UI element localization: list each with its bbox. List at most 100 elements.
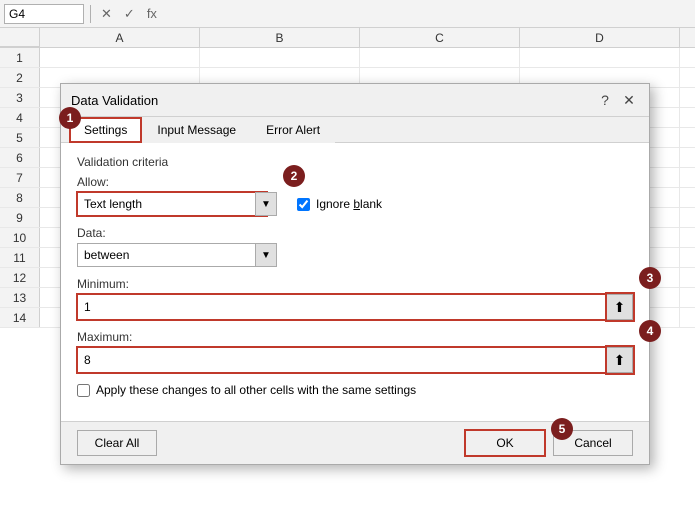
cell-ref-value: G4 (9, 7, 25, 21)
maximum-input-wrapper: ⬆ (77, 347, 633, 373)
formula-input[interactable] (165, 4, 691, 24)
cell[interactable] (680, 208, 695, 227)
cell[interactable] (680, 108, 695, 127)
fx-icon: fx (143, 6, 161, 21)
formula-bar: G4 ✕ ✓ fx (0, 0, 695, 28)
clear-all-button[interactable]: Clear All (77, 430, 157, 456)
badge-3: 3 (639, 267, 661, 289)
col-header-a: A (40, 28, 200, 47)
cell[interactable] (520, 48, 680, 67)
data-group: Data: between ▼ (77, 226, 277, 267)
col-header-b: B (200, 28, 360, 47)
data-validation-dialog: Data Validation ? ✕ Settings 1 Input Mes… (60, 83, 650, 465)
close-button[interactable]: ✕ (619, 90, 639, 110)
row-header-9: 9 (0, 208, 40, 227)
cell[interactable] (680, 168, 695, 187)
badge-2: 2 (283, 165, 305, 187)
cell[interactable] (680, 228, 695, 247)
col-header-e: E (680, 28, 695, 47)
cell[interactable] (680, 188, 695, 207)
tab-input-message-label: Input Message (157, 123, 236, 137)
col-header-c: C (360, 28, 520, 47)
dialog-title-bar: Data Validation ? ✕ (61, 84, 649, 117)
row-header-3: 3 (0, 88, 40, 107)
minimum-input-wrapper: ⬆ (77, 294, 633, 320)
apply-checkbox-row: Apply these changes to all other cells w… (77, 383, 633, 397)
data-select[interactable]: between (77, 243, 267, 267)
maximum-row: Maximum: ⬆ 4 (77, 330, 633, 373)
cell[interactable] (680, 268, 695, 287)
dialog-overlay: Data Validation ? ✕ Settings 1 Input Mes… (0, 28, 695, 532)
cell[interactable] (200, 48, 360, 67)
column-header-row: A B C D E (0, 28, 695, 48)
help-button[interactable]: ? (595, 90, 615, 110)
badge-4: 4 (639, 320, 661, 342)
maximum-group: Maximum: ⬆ 4 (77, 330, 633, 373)
maximum-input[interactable] (77, 347, 607, 373)
ignore-blank-checkbox[interactable] (297, 198, 310, 211)
cell[interactable] (680, 88, 695, 107)
cell-reference-box[interactable]: G4 (4, 4, 84, 24)
minimum-group: Minimum: ⬆ 3 (77, 277, 633, 320)
allow-row: Allow: Text length ▼ 2 Ignore blank (77, 175, 633, 216)
row-header-6: 6 (0, 148, 40, 167)
ok-button[interactable]: OK (465, 430, 545, 456)
cell[interactable] (680, 288, 695, 307)
table-row: 1 (0, 48, 695, 68)
minimum-spin-button[interactable]: ⬆ (607, 294, 633, 320)
dialog-title: Data Validation (71, 93, 158, 108)
data-label: Data: (77, 226, 277, 240)
row-header-10: 10 (0, 228, 40, 247)
cell[interactable] (360, 48, 520, 67)
apply-all-checkbox[interactable] (77, 384, 90, 397)
validation-criteria-label: Validation criteria (77, 155, 633, 169)
dialog-footer: Clear All OK 5 Cancel (61, 421, 649, 464)
cell[interactable] (680, 148, 695, 167)
dialog-body: Validation criteria Allow: Text length ▼… (61, 143, 649, 421)
ignore-blank-label: Ignore blank (316, 197, 382, 211)
footer-right-buttons: OK 5 Cancel (465, 430, 633, 456)
badge-1: 1 (59, 107, 81, 129)
row-header-8: 8 (0, 188, 40, 207)
allow-label: Allow: (77, 175, 277, 189)
cell[interactable] (680, 68, 695, 87)
maximum-label: Maximum: (77, 330, 633, 344)
apply-all-label: Apply these changes to all other cells w… (96, 383, 416, 397)
row-header-2: 2 (0, 68, 40, 87)
row-header-1: 1 (0, 48, 40, 67)
row-header-13: 13 (0, 288, 40, 307)
tab-settings-label: Settings (84, 123, 127, 137)
confirm-formula-icon[interactable]: ✓ (120, 6, 139, 22)
maximum-spin-button[interactable]: ⬆ (607, 347, 633, 373)
data-select-wrapper: between ▼ (77, 243, 277, 267)
minimum-label: Minimum: (77, 277, 633, 291)
formula-separator (90, 5, 91, 23)
row-header-5: 5 (0, 128, 40, 147)
cancel-formula-icon[interactable]: ✕ (97, 6, 116, 22)
minimum-input[interactable] (77, 294, 607, 320)
excel-background: G4 ✕ ✓ fx A B C D E 1 2 3 4 5 6 7 8 9 10 (0, 0, 695, 532)
header-corner (0, 28, 40, 47)
badge-5: 5 (551, 418, 573, 440)
ignore-blank-row: Ignore blank (297, 175, 382, 211)
row-header-7: 7 (0, 168, 40, 187)
col-header-d: D (520, 28, 680, 47)
cell[interactable] (680, 48, 695, 67)
row-header-11: 11 (0, 248, 40, 267)
allow-group: Allow: Text length ▼ 2 (77, 175, 277, 216)
tab-input-message[interactable]: Input Message (142, 117, 251, 143)
data-row: Data: between ▼ (77, 226, 633, 267)
cell[interactable] (680, 308, 695, 327)
tab-error-alert-label: Error Alert (266, 123, 320, 137)
allow-select-wrapper: Text length ▼ (77, 192, 277, 216)
cell[interactable] (680, 248, 695, 267)
row-header-12: 12 (0, 268, 40, 287)
dialog-controls: ? ✕ (595, 90, 639, 110)
allow-select[interactable]: Text length (77, 192, 267, 216)
cell[interactable] (680, 128, 695, 147)
cell[interactable] (40, 48, 200, 67)
minimum-row: Minimum: ⬆ 3 (77, 277, 633, 320)
row-header-14: 14 (0, 308, 40, 327)
tab-error-alert[interactable]: Error Alert (251, 117, 335, 143)
row-header-4: 4 (0, 108, 40, 127)
